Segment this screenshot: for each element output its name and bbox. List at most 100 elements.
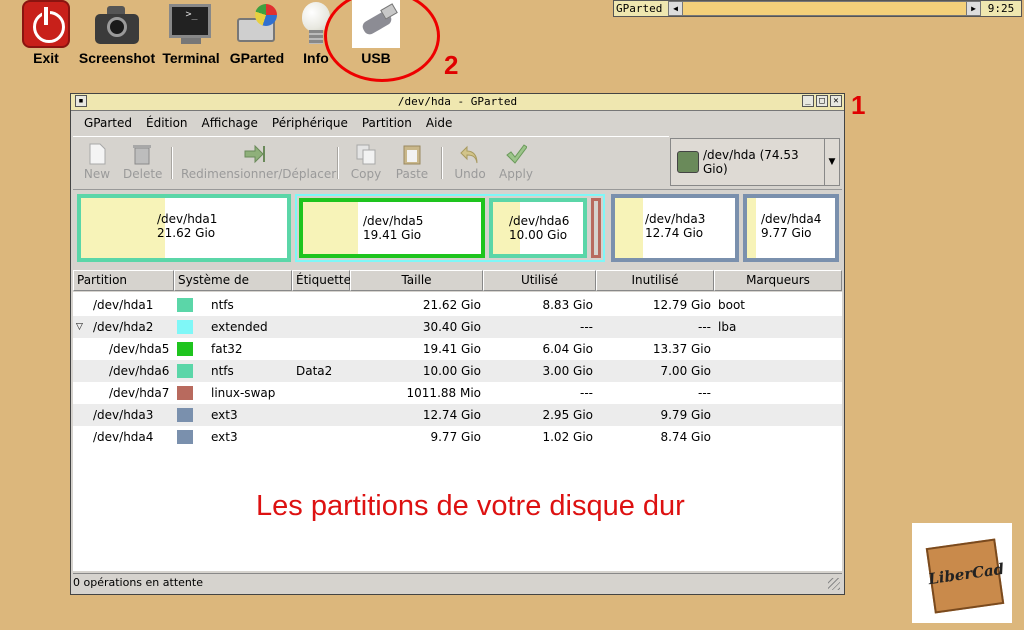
column-header-filesystem[interactable]: Système de fichiers — [174, 270, 292, 306]
delete-label: Delete — [123, 167, 163, 181]
column-header-partition[interactable]: Partition — [73, 270, 174, 291]
disk-map-partition-hda3[interactable]: /dev/hda3 12.74 Gio — [611, 194, 739, 262]
column-header-label[interactable]: Étiquette — [292, 270, 351, 291]
cell-used: 6.04 Gio — [542, 342, 593, 356]
partition-size: 9.77 Gio — [761, 226, 812, 240]
cell-used: 8.83 Gio — [542, 298, 593, 312]
fs-color-swatch — [177, 430, 193, 444]
table-row[interactable]: /dev/hda1 ntfs 21.62 Gio 8.83 Gio 12.79 … — [73, 294, 842, 316]
menu-peripherique[interactable]: Périphérique — [265, 114, 355, 132]
close-icon[interactable]: ✕ — [830, 95, 842, 107]
table-row[interactable]: ▽ /dev/hda2 extended 30.40 Gio --- --- l… — [73, 316, 842, 338]
device-selector[interactable]: /dev/hda (74.53 Gio) ▼ — [670, 138, 840, 186]
toolbar-separator — [171, 147, 173, 179]
delete-button[interactable]: Delete — [123, 143, 163, 181]
partition-size: 12.74 Gio — [645, 226, 704, 240]
toolbar: New Delete Redimensionner/Déplacer Copy — [73, 136, 669, 187]
column-header-unused[interactable]: Inutilisé — [596, 270, 714, 291]
cell-filesystem: ext3 — [211, 430, 238, 444]
maximize-icon[interactable]: □ — [816, 95, 828, 107]
launcher-label: Exit — [33, 50, 59, 66]
window-titlebar[interactable]: ▪ /dev/hda - GParted _ □ ✕ — [71, 94, 844, 111]
extended-partition-box[interactable]: /dev/hda5 19.41 Gio /dev/hda6 10.00 Gio — [295, 194, 605, 262]
caption-overlay: Les partitions de votre disque dur — [256, 490, 685, 522]
new-button[interactable]: New — [83, 143, 111, 181]
copy-button[interactable]: Copy — [349, 143, 383, 181]
minimize-icon[interactable]: _ — [802, 95, 814, 107]
partition-name: /dev/hda3 — [645, 212, 706, 226]
copy-label: Copy — [350, 167, 382, 181]
toolbar-separator — [337, 147, 339, 179]
hard-disk-icon — [677, 151, 699, 173]
table-row[interactable]: /dev/hda3 ext3 12.74 Gio 2.95 Gio 9.79 G… — [73, 404, 842, 426]
taskbar-right-arrow-icon[interactable]: ▶ — [966, 1, 981, 16]
cell-label: Data2 — [296, 364, 333, 378]
paste-button[interactable]: Paste — [395, 143, 429, 181]
table-row[interactable]: /dev/hda7 linux-swap 1011.88 Mio --- --- — [73, 382, 842, 404]
column-header-used[interactable]: Utilisé — [483, 270, 596, 291]
cell-partition: /dev/hda1 — [93, 298, 154, 312]
column-header-flags[interactable]: Marqueurs — [714, 270, 842, 291]
gparted-icon — [233, 0, 281, 48]
launcher-gparted[interactable]: GParted — [226, 0, 288, 66]
disk-map-partition-hda1[interactable]: /dev/hda1 21.62 Gio — [77, 194, 291, 262]
disk-map-partition-hda7[interactable] — [591, 198, 601, 258]
launcher-screenshot[interactable]: Screenshot — [76, 0, 158, 66]
launcher-exit[interactable]: Exit — [20, 0, 72, 66]
fs-color-swatch — [177, 342, 193, 356]
cell-partition: /dev/hda5 — [109, 342, 170, 356]
cell-size: 30.40 Gio — [422, 320, 481, 334]
disk-map-partition-hda5[interactable]: /dev/hda5 19.41 Gio — [299, 198, 485, 258]
annotation-marker-1: 1 — [851, 90, 866, 120]
cell-partition: /dev/hda7 — [109, 386, 170, 400]
window-title: /dev/hda - GParted — [397, 95, 518, 108]
libercad-logo: LiberCad — [912, 523, 1012, 623]
undo-button[interactable]: Undo — [453, 143, 487, 181]
cell-size: 9.77 Gio — [430, 430, 481, 444]
menubar: GParted Édition Affichage Périphérique P… — [77, 114, 459, 132]
cell-partition: /dev/hda3 — [93, 408, 154, 422]
terminal-icon: >_ — [167, 0, 215, 48]
launcher-terminal[interactable]: >_ Terminal — [160, 0, 222, 66]
menu-edition[interactable]: Édition — [139, 114, 195, 132]
cell-filesystem: fat32 — [211, 342, 243, 356]
menu-gparted[interactable]: GParted — [77, 114, 139, 132]
used-space-fill — [81, 198, 166, 258]
fs-color-swatch — [177, 364, 193, 378]
fs-color-swatch — [177, 320, 193, 334]
cell-used: 1.02 Gio — [542, 430, 593, 444]
taskbar-scroll-track[interactable] — [683, 1, 966, 16]
cell-unused: 8.74 Gio — [660, 430, 711, 444]
table-row[interactable]: /dev/hda5 fat32 19.41 Gio 6.04 Gio 13.37… — [73, 338, 842, 360]
apply-button[interactable]: Apply — [497, 143, 535, 181]
table-row[interactable]: /dev/hda6 ntfs Data2 10.00 Gio 3.00 Gio … — [73, 360, 842, 382]
cell-size: 1011.88 Mio — [406, 386, 481, 400]
disk-map-partition-hda4[interactable]: /dev/hda4 9.77 Gio — [743, 194, 839, 262]
expander-triangle-icon[interactable]: ▽ — [76, 316, 83, 338]
column-header-size[interactable]: Taille — [350, 270, 483, 291]
menu-affichage[interactable]: Affichage — [195, 114, 265, 132]
partition-size: 19.41 Gio — [363, 228, 422, 242]
used-space-fill — [747, 198, 756, 258]
menu-partition[interactable]: Partition — [355, 114, 419, 132]
table-row[interactable]: /dev/hda4 ext3 9.77 Gio 1.02 Gio 8.74 Gi… — [73, 426, 842, 448]
disk-map-partition-hda6[interactable]: /dev/hda6 10.00 Gio — [489, 198, 587, 258]
toolbar-separator — [441, 147, 443, 179]
resize-grip-icon[interactable] — [828, 578, 840, 590]
taskbar-left-arrow-icon[interactable]: ◀ — [668, 1, 683, 16]
fs-color-swatch — [177, 386, 193, 400]
partition-name: /dev/hda6 — [509, 214, 570, 228]
device-selector-value: /dev/hda (74.53 Gio) — [703, 148, 799, 176]
cell-partition: /dev/hda6 — [109, 364, 170, 378]
chevron-down-icon[interactable]: ▼ — [824, 139, 839, 185]
launcher-label: Terminal — [162, 50, 220, 66]
cell-filesystem: ext3 — [211, 408, 238, 422]
apply-label: Apply — [499, 167, 533, 181]
resize-move-label: Redimensionner/Déplacer — [181, 167, 337, 181]
taskbar-task-name[interactable]: GParted — [614, 2, 668, 15]
menu-aide[interactable]: Aide — [419, 114, 460, 132]
resize-move-button[interactable]: Redimensionner/Déplacer — [181, 143, 336, 181]
cell-used: 2.95 Gio — [542, 408, 593, 422]
cell-filesystem: linux-swap — [211, 386, 276, 400]
copy-icon — [355, 143, 377, 165]
